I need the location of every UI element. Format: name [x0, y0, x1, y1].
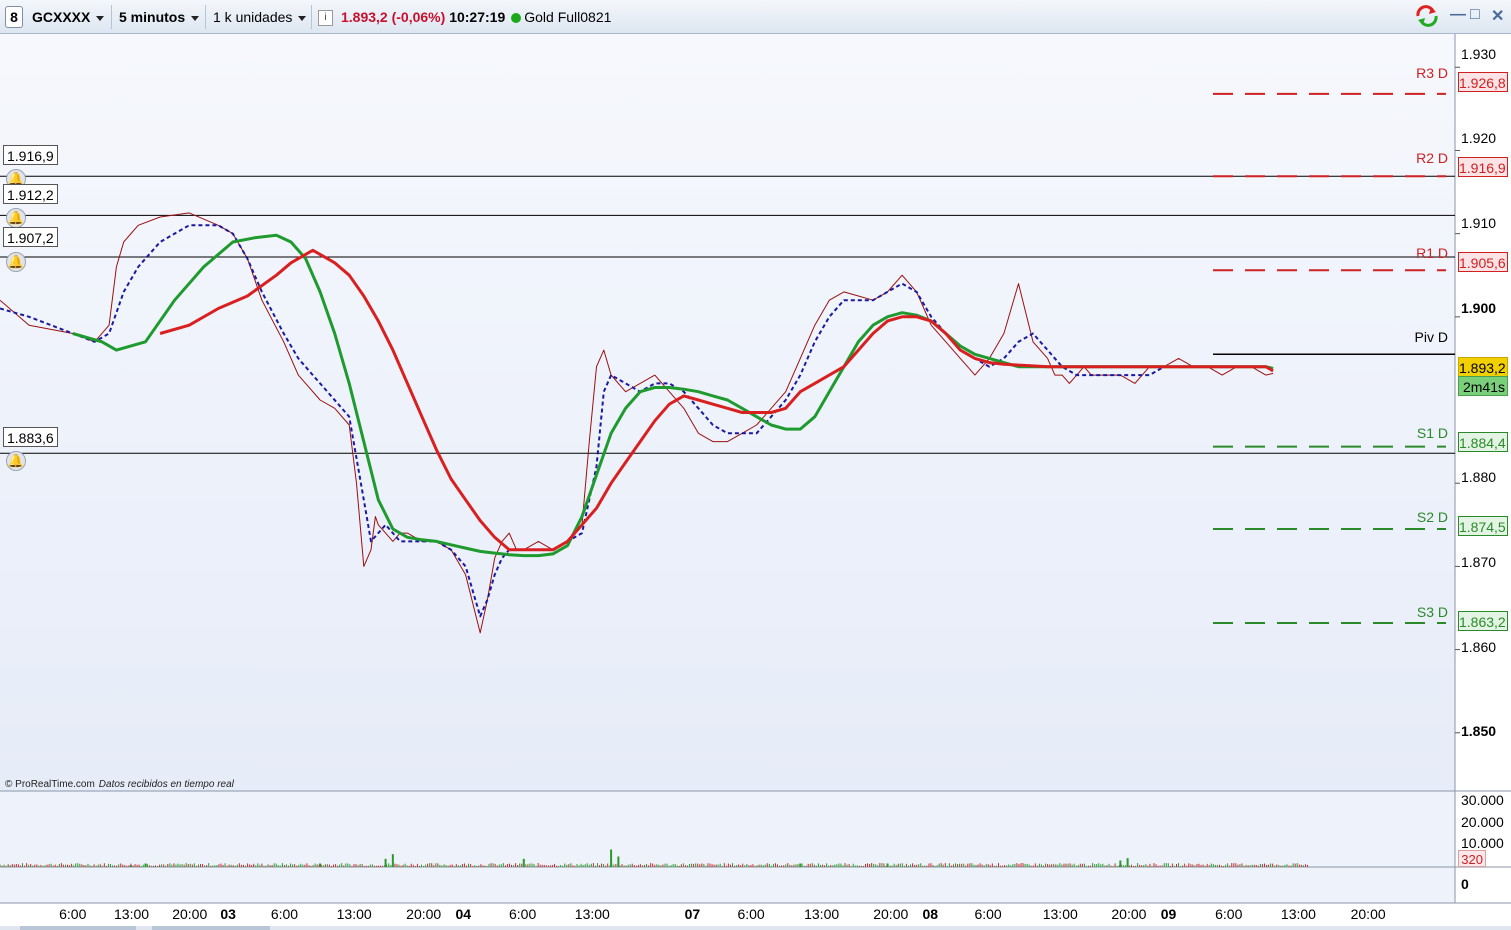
- volume-tick-30000: 30.000: [1461, 792, 1504, 808]
- price-chart[interactable]: [0, 34, 1511, 926]
- prorealtime-logo-icon: 8: [5, 6, 23, 28]
- x-tick-label: 6:00: [509, 906, 537, 922]
- alarm-bell-icon[interactable]: 🔔: [6, 208, 26, 228]
- contract-name: Gold Full0821: [524, 9, 612, 25]
- x-tick-label: 6:00: [737, 906, 765, 922]
- y-tick-1870: 1.870: [1461, 554, 1497, 570]
- hline-label[interactable]: 1.907,2: [3, 227, 58, 247]
- last-price: 1.893,2 (-0,06%): [341, 9, 446, 25]
- y-tick-1850: 1.850: [1461, 723, 1497, 739]
- x-tick-label: 20:00: [873, 906, 909, 922]
- x-tick-label: 20:00: [406, 906, 442, 922]
- hline-label[interactable]: 1.883,6: [3, 427, 58, 447]
- volume-current-box: 320: [1458, 850, 1486, 867]
- chevron-down-icon: [191, 15, 200, 21]
- realtime-status-icon: [511, 13, 522, 24]
- y-tick-1900: 1.900: [1461, 300, 1497, 316]
- maximize-button[interactable]: □: [1470, 6, 1480, 24]
- timeframe-label: 5 minutos: [119, 9, 186, 25]
- chart-toolbar: 8 GCXXXX 5 minutos 1 k unidades i 1.893,2…: [0, 0, 1511, 34]
- realtime-note: Datos recibidos en tiempo real: [98, 779, 234, 790]
- x-tick-label: 6:00: [59, 906, 87, 922]
- current-price-box: 1.893,2: [1458, 357, 1508, 377]
- pivot-label-s2: S2 D: [1416, 509, 1448, 525]
- horizontal-scrollbar[interactable]: [0, 926, 1511, 930]
- timeframe-selector[interactable]: 5 minutos: [113, 5, 206, 29]
- info-icon[interactable]: i: [318, 10, 333, 27]
- x-tick-label: 09: [1160, 906, 1177, 922]
- alarm-bell-icon[interactable]: 🔔: [6, 451, 26, 471]
- y-tick-1930: 1.930: [1461, 46, 1497, 62]
- hline-label[interactable]: 1.912,2: [3, 184, 58, 204]
- x-tick-label: 03: [220, 906, 236, 922]
- x-tick-label: 6:00: [1215, 906, 1243, 922]
- pivot-label-s3: S3 D: [1416, 604, 1448, 620]
- close-button[interactable]: ✕: [1491, 6, 1504, 26]
- x-tick-label: 13:00: [574, 906, 610, 922]
- pivot-label-piv: Piv D: [1414, 329, 1448, 345]
- x-tick-label: 20:00: [172, 906, 208, 922]
- x-tick-label: 20:00: [1350, 906, 1386, 922]
- x-tick-label: 13:00: [1280, 906, 1316, 922]
- hline-label[interactable]: 1.916,9: [3, 145, 58, 165]
- sync-icon[interactable]: [1414, 4, 1440, 33]
- instrument-selector[interactable]: GCXXXX: [26, 5, 112, 29]
- pivot-price-r3: 1.926,8: [1458, 72, 1508, 92]
- scroll-thumb[interactable]: [152, 926, 270, 930]
- chevron-down-icon: [298, 15, 307, 21]
- candle-timer: 2m41s: [1458, 376, 1508, 396]
- chevron-down-icon: [96, 15, 105, 21]
- y-tick-1860: 1.860: [1461, 639, 1497, 655]
- x-tick-label: 08: [922, 906, 939, 922]
- copyright-text: © ProRealTime.com: [5, 779, 95, 790]
- pivot-label-s1: S1 D: [1416, 425, 1448, 441]
- price-panel-background: [0, 34, 1455, 791]
- x-tick-label: 6:00: [974, 906, 1002, 922]
- y-tick-1880: 1.880: [1461, 469, 1497, 485]
- price-info: i 1.893,2 (-0,06%) 10:27:19 Gold Full0821: [318, 5, 611, 29]
- minimize-button[interactable]: —: [1450, 6, 1466, 24]
- pivot-price-s1: 1.884,4: [1458, 432, 1508, 452]
- pivot-price-s2: 1.874,5: [1458, 516, 1508, 536]
- oscillator-panel-background: [0, 867, 1455, 903]
- volume-panel-background: [0, 791, 1455, 867]
- x-tick-label: 13:00: [336, 906, 372, 922]
- units-label: 1 k unidades: [213, 9, 293, 25]
- quote-time: 10:27:19: [449, 9, 506, 25]
- scroll-segment[interactable]: [20, 926, 136, 930]
- x-tick-label: 13:00: [114, 906, 150, 922]
- x-tick-label: 20:00: [1111, 906, 1147, 922]
- x-tick-label: 6:00: [270, 906, 299, 922]
- pivot-price-s3: 1.863,2: [1458, 611, 1508, 631]
- volume-tick-20000: 20.000: [1461, 814, 1504, 830]
- x-tick-label: 13:00: [804, 906, 840, 922]
- volume-tick-10000: 10.000: [1461, 835, 1504, 851]
- pivot-price-r2: 1.916,9: [1458, 157, 1508, 177]
- y-tick-1910: 1.910: [1461, 215, 1497, 231]
- x-tick-label: 04: [455, 906, 472, 922]
- x-tick-label: 07: [684, 906, 701, 922]
- pivot-label-r3: R3 D: [1416, 65, 1448, 81]
- oscillator-zero-tick: 0: [1461, 876, 1469, 892]
- data-source-note: © ProRealTime.com Datos recibidos en tiem…: [5, 779, 234, 790]
- alarm-bell-icon[interactable]: 🔔: [6, 252, 26, 272]
- units-selector[interactable]: 1 k unidades: [207, 5, 312, 29]
- instrument-label: GCXXXX: [32, 9, 91, 25]
- x-tick-label: 13:00: [1042, 906, 1078, 922]
- pivot-label-r2: R2 D: [1416, 150, 1448, 166]
- pivot-price-r1: 1.905,6: [1458, 252, 1508, 272]
- y-tick-1920: 1.920: [1461, 130, 1497, 146]
- pivot-label-r1: R1 D: [1416, 245, 1448, 261]
